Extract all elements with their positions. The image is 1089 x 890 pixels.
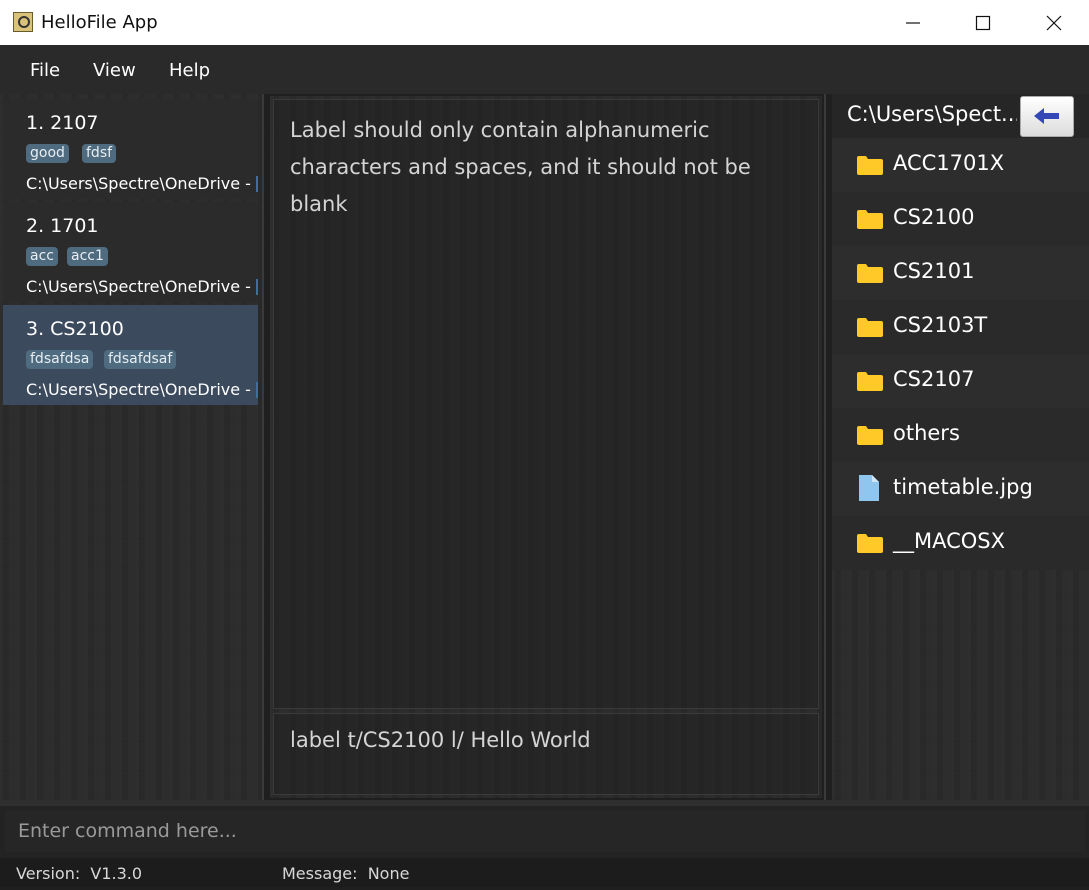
label-badge: acc1: [67, 247, 108, 266]
maximize-icon: [975, 15, 991, 30]
label-badge: good: [26, 144, 69, 163]
file-list-item[interactable]: __MACOSX: [832, 516, 1089, 570]
tag-card-title: 2. 1701: [26, 215, 99, 237]
minimize-button[interactable]: [878, 0, 948, 45]
app-icon: [13, 12, 33, 32]
tag-card-title: 3. CS2100: [26, 318, 124, 340]
folder-icon: [857, 156, 883, 175]
path-overflow-marker: [256, 382, 258, 398]
file-name: others: [893, 421, 960, 445]
folder-icon: [857, 210, 883, 229]
tag-card-selected[interactable]: 3. CS2100 fdsafdsa fdsafdsaf C:\Users\Sp…: [3, 305, 258, 405]
result-display: Label should only contain alphanumeric c…: [273, 99, 819, 709]
file-name: CS2101: [893, 259, 975, 283]
file-list-item[interactable]: timetable.jpg: [832, 462, 1089, 516]
file-name: CS2100: [893, 205, 975, 229]
file-list-item[interactable]: ACC1701X: [832, 138, 1089, 192]
file-name: ACC1701X: [893, 151, 1005, 175]
close-button[interactable]: [1019, 0, 1089, 45]
tag-card-path: C:\Users\Spectre\OneDrive -: [26, 380, 251, 399]
maximize-button[interactable]: [948, 0, 1018, 45]
title-bar: HelloFile App: [0, 0, 1089, 45]
file-list-item[interactable]: others: [832, 408, 1089, 462]
current-path: C:\Users\Spect...: [847, 102, 1017, 126]
file-name: __MACOSX: [893, 529, 1006, 553]
command-input[interactable]: [5, 810, 1085, 852]
tag-card[interactable]: 1. 2107 good fdsf C:\Users\Spectre\OneDr…: [3, 99, 258, 199]
last-command: label t/CS2100 l/ Hello World: [290, 728, 591, 752]
menu-view[interactable]: View: [93, 60, 136, 81]
file-icon: [859, 475, 879, 501]
folder-icon: [857, 534, 883, 553]
tag-card-title: 1. 2107: [26, 112, 99, 134]
file-name: CS2107: [893, 367, 975, 391]
minimize-icon: [906, 21, 920, 24]
file-list-item[interactable]: CS2101: [832, 246, 1089, 300]
tag-card[interactable]: 2. 1701 acc acc1 C:\Users\Spectre\OneDri…: [3, 202, 258, 302]
current-path-bar: C:\Users\Spect...: [832, 94, 1089, 138]
folder-icon: [857, 264, 883, 283]
result-message: Label should only contain alphanumeric c…: [290, 118, 751, 216]
panel-divider[interactable]: [262, 94, 264, 800]
file-name: timetable.jpg: [893, 475, 1033, 499]
command-box: [0, 800, 1089, 864]
menu-file[interactable]: File: [30, 60, 60, 81]
path-overflow-marker: [256, 279, 258, 295]
file-list-item[interactable]: CS2100: [832, 192, 1089, 246]
status-bar: Version: V1.3.0 Message: None: [0, 858, 1089, 887]
label-badge: fdsafdsaf: [104, 350, 177, 369]
file-explorer-panel: C:\Users\Spect... ACC1701X CS2100 CS2101 CS…: [832, 94, 1089, 800]
center-panel: Label should only contain alphanumeric c…: [270, 96, 822, 798]
tag-card-path: C:\Users\Spectre\OneDrive -: [26, 174, 251, 193]
file-name: CS2103T: [893, 313, 988, 337]
menu-bar: File View Help: [0, 45, 1089, 94]
left-arrow-icon: [1034, 108, 1059, 124]
window-title: HelloFile App: [41, 12, 158, 33]
path-overflow-marker: [256, 176, 258, 192]
folder-icon: [857, 318, 883, 337]
back-button[interactable]: [1020, 96, 1074, 137]
command-history: label t/CS2100 l/ Hello World: [273, 713, 819, 795]
label-badge: acc: [26, 247, 58, 266]
panel-divider[interactable]: [824, 94, 826, 800]
tag-list-panel: 1. 2107 good fdsf C:\Users\Spectre\OneDr…: [0, 94, 262, 888]
menu-help[interactable]: Help: [169, 60, 210, 81]
folder-icon: [857, 426, 883, 445]
label-badge: fdsf: [82, 144, 117, 163]
tag-card-path: C:\Users\Spectre\OneDrive -: [26, 277, 251, 296]
file-list-item[interactable]: CS2107: [832, 354, 1089, 408]
version-label: Version: V1.3.0: [16, 864, 143, 883]
status-message: Message: None: [282, 864, 410, 883]
folder-icon: [857, 372, 883, 391]
file-list-item[interactable]: CS2103T: [832, 300, 1089, 354]
close-icon: [1046, 15, 1062, 30]
label-badge: fdsafdsa: [26, 350, 94, 369]
